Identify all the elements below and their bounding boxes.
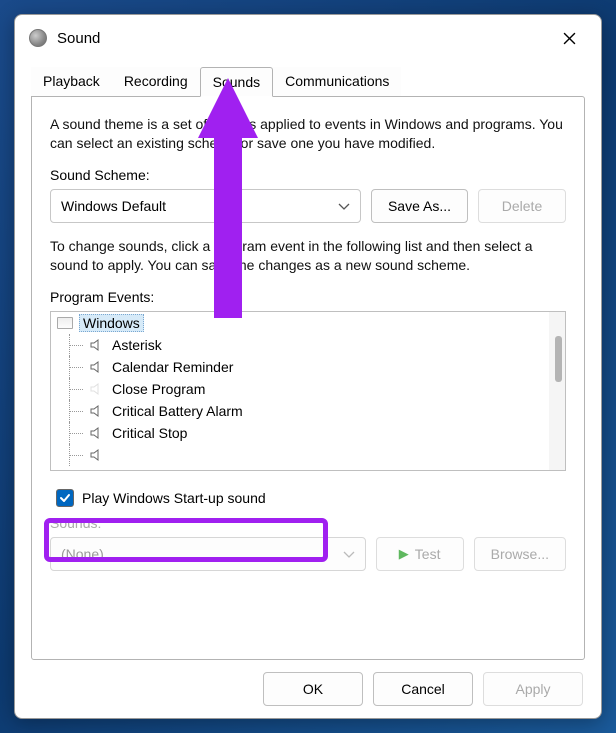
window-title: Sound [57, 30, 549, 47]
dialog-button-row: OK Cancel Apply [15, 660, 601, 718]
tab-playback[interactable]: Playback [31, 67, 112, 97]
close-icon [563, 32, 576, 45]
event-label: Critical Stop [112, 425, 187, 441]
event-item[interactable]: Critical Battery Alarm [51, 400, 565, 422]
apply-button: Apply [483, 672, 583, 706]
program-events-list[interactable]: Windows Asterisk Calendar Reminder Close… [50, 311, 566, 471]
ok-button[interactable]: OK [263, 672, 363, 706]
tab-communications[interactable]: Communications [273, 67, 401, 97]
windows-tree-icon [57, 317, 73, 329]
titlebar: Sound [15, 15, 601, 59]
test-button: ▶ Test [376, 537, 464, 571]
tab-sounds[interactable]: Sounds [200, 67, 273, 97]
event-label: Asterisk [112, 337, 162, 353]
chevron-down-icon [338, 198, 350, 214]
tab-recording[interactable]: Recording [112, 67, 200, 97]
sounds-dropdown-label: Sounds: [50, 515, 566, 531]
event-item[interactable]: Close Program [51, 378, 565, 400]
tree-root-label: Windows [79, 314, 144, 332]
test-label: Test [415, 546, 441, 562]
sound-dialog: Sound Playback Recording Sounds Communic… [14, 14, 602, 719]
scheme-dropdown[interactable]: Windows Default [50, 189, 361, 223]
event-item[interactable]: Calendar Reminder [51, 356, 565, 378]
sounds-dropdown: (None) [50, 537, 366, 571]
speaker-icon [89, 339, 104, 351]
events-label: Program Events: [50, 289, 566, 305]
event-item[interactable]: Critical Stop [51, 422, 565, 444]
scheme-label: Sound Scheme: [50, 167, 566, 183]
events-description: To change sounds, click a program event … [50, 237, 566, 275]
speaker-icon [89, 361, 104, 373]
event-label: Calendar Reminder [112, 359, 233, 375]
event-label: Close Program [112, 381, 205, 397]
startup-sound-label: Play Windows Start-up sound [82, 490, 266, 506]
play-icon: ▶ [399, 546, 409, 562]
save-as-button[interactable]: Save As... [371, 189, 468, 223]
close-button[interactable] [549, 23, 589, 53]
sounds-panel: A sound theme is a set of sounds applied… [31, 96, 585, 660]
list-scrollbar[interactable] [549, 312, 565, 470]
event-item[interactable] [51, 444, 565, 466]
startup-sound-checkbox[interactable] [56, 489, 74, 507]
speaker-icon [89, 449, 104, 461]
scheme-value: Windows Default [61, 198, 166, 214]
cancel-button[interactable]: Cancel [373, 672, 473, 706]
event-label: Critical Battery Alarm [112, 403, 243, 419]
scrollbar-thumb[interactable] [555, 336, 562, 382]
checkmark-icon [59, 492, 71, 504]
event-item[interactable]: Asterisk [51, 334, 565, 356]
chevron-down-icon [343, 546, 355, 562]
tab-strip: Playback Recording Sounds Communications [31, 67, 585, 97]
sound-app-icon [29, 29, 47, 47]
speaker-icon [89, 405, 104, 417]
delete-button: Delete [478, 189, 566, 223]
speaker-icon [89, 427, 104, 439]
browse-button: Browse... [474, 537, 566, 571]
sounds-value: (None) [61, 546, 104, 562]
tree-root-windows[interactable]: Windows [51, 312, 565, 334]
speaker-icon [89, 383, 104, 395]
theme-description: A sound theme is a set of sounds applied… [50, 115, 566, 153]
startup-sound-row[interactable]: Play Windows Start-up sound [50, 481, 566, 515]
